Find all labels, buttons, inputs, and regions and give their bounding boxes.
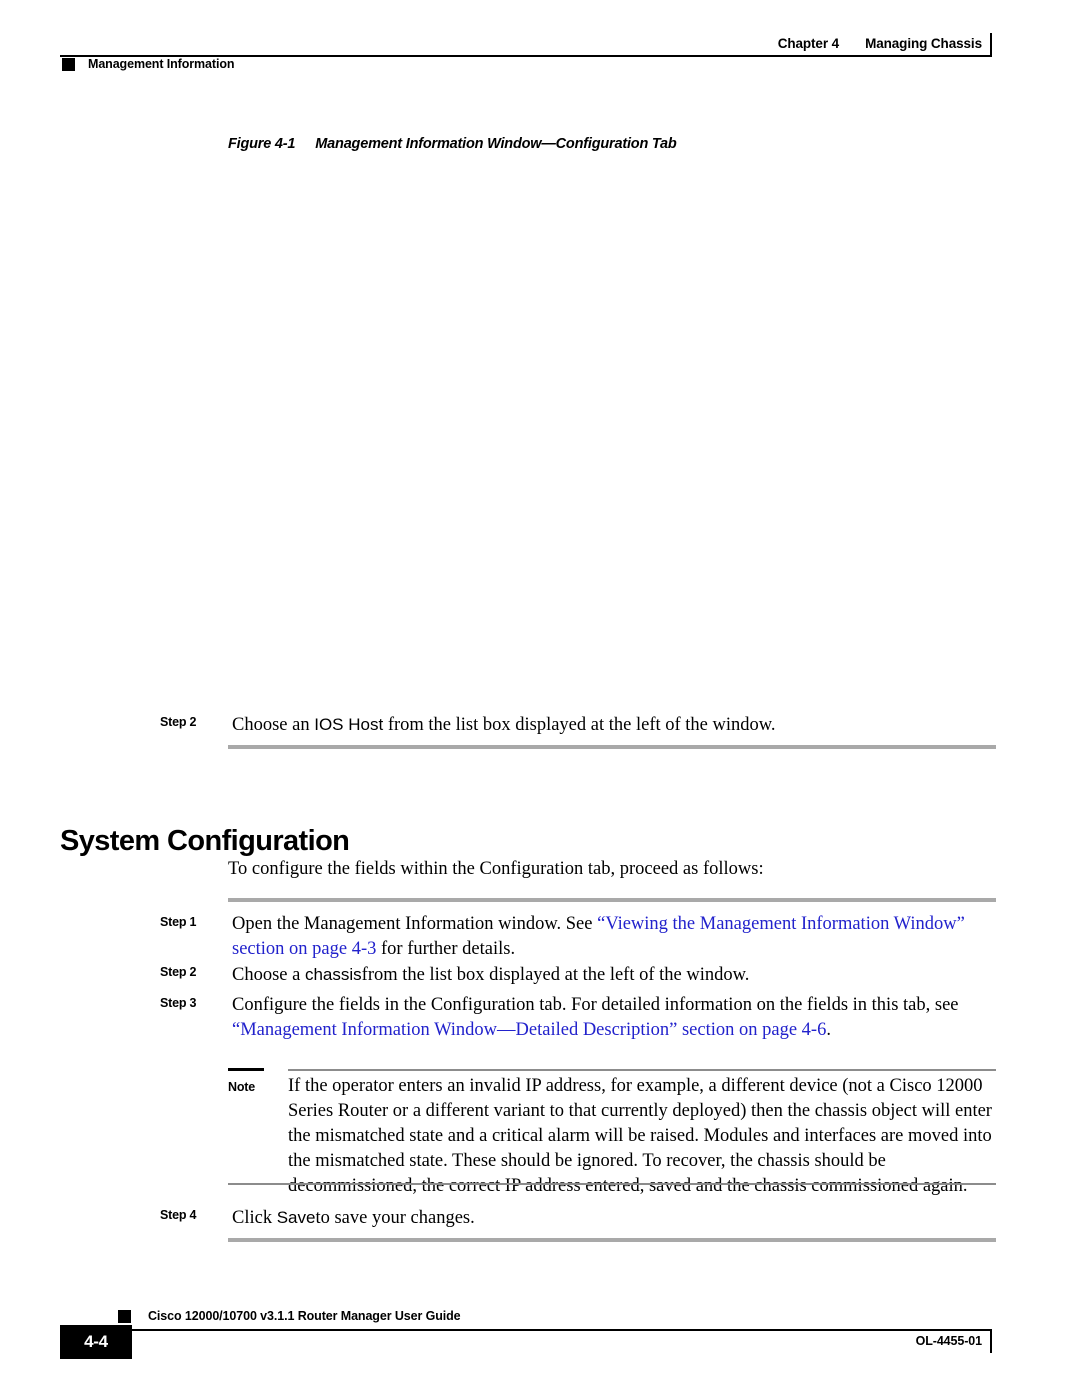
ui-term: chassis <box>304 965 362 984</box>
step-text: Open the Management Information window. … <box>232 912 1000 962</box>
footer-document-id: OL-4455-01 <box>915 1334 983 1348</box>
figure-number: Figure 4-1 <box>228 136 296 152</box>
step-text-part: Open the Management Information window. … <box>232 914 598 934</box>
step-row: Step 1 Open the Management Information w… <box>160 912 1000 962</box>
step-text-part: Click <box>232 1208 277 1228</box>
header-chapter-title: Managing Chassis <box>865 36 982 51</box>
note-top-rule <box>288 1069 996 1071</box>
ui-term: IOS Host <box>314 715 384 734</box>
note-bottom-rule <box>228 1183 996 1185</box>
page-title: System Configuration <box>60 825 350 858</box>
step-row: Step 4 Click Saveto save your changes. <box>160 1205 1000 1231</box>
step-label: Step 3 <box>160 996 197 1010</box>
step-label: Step 4 <box>160 1208 197 1222</box>
step-text: Choose an IOS Host from the list box dis… <box>232 712 776 738</box>
step-text-part: from the list box displayed at the left … <box>383 715 776 735</box>
step-text-part: from the list box displayed at the left … <box>361 965 750 985</box>
section-divider-rule <box>228 745 996 749</box>
step-text-part: Choose a <box>232 965 305 985</box>
footer-guide-title: Cisco 12000/10700 v3.1.1 Router Manager … <box>148 1309 461 1323</box>
figure-caption: Figure 4-1 Management Information Window—… <box>228 136 677 152</box>
step-text-part: to save your changes. <box>315 1208 475 1228</box>
footer-page-number: 4-4 <box>84 1332 108 1351</box>
step-label: Step 2 <box>160 715 197 729</box>
header-chapter-number: Chapter 4 <box>777 36 840 51</box>
step-row: Step 2 Choose an IOS Host from the list … <box>160 712 1000 738</box>
step-text: Configure the fields in the Configuratio… <box>232 993 1000 1043</box>
cross-reference-link[interactable]: “Management Information Window—Detailed … <box>232 1020 826 1040</box>
intro-paragraph: To configure the fields within the Confi… <box>228 859 764 879</box>
note-label-rule <box>228 1068 264 1071</box>
step-row: Step 2 Choose a chassisfrom the list box… <box>160 962 1000 988</box>
step-text: Choose a chassisfrom the list box displa… <box>232 962 749 988</box>
step-text: Click Saveto save your changes. <box>232 1205 475 1231</box>
step-text-part: for further details. <box>376 939 516 959</box>
note-text: If the operator enters an invalid IP add… <box>288 1076 992 1196</box>
step-row: Step 3 Configure the fields in the Confi… <box>160 993 1000 1043</box>
footer-rule <box>88 1329 990 1331</box>
step-text-part: . <box>826 1020 831 1040</box>
ui-term: Save <box>276 1208 316 1227</box>
steps-top-divider-rule <box>228 898 996 902</box>
page-header: Chapter 4 Managing Chassis Management Inf… <box>0 0 1080 90</box>
header-bullet-square-icon <box>62 58 75 71</box>
steps-bottom-divider-rule <box>228 1238 996 1242</box>
footer-bullet-square-icon <box>118 1310 131 1323</box>
header-section-title: Management Information <box>88 57 235 71</box>
note-label: Note <box>228 1080 255 1094</box>
header-right-tick-mark <box>989 33 992 57</box>
step-text-part: Configure the fields in the Configuratio… <box>232 995 959 1015</box>
step-label: Step 1 <box>160 915 197 929</box>
step-label: Step 2 <box>160 965 197 979</box>
header-chapter-info: Chapter 4 Managing Chassis <box>778 36 982 51</box>
figure-screenshot-image <box>228 172 996 692</box>
figure-title: Management Information Window—Configurat… <box>315 136 677 152</box>
step-text-part: Choose an <box>232 715 315 735</box>
footer-right-tick-mark <box>989 1329 992 1353</box>
